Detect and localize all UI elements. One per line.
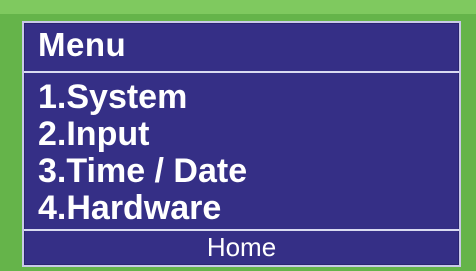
menu-list: 1.System 2.Input 3.Time / Date 4.Hardwar… — [24, 79, 459, 227]
device-bezel: Menu 1.System 2.Input 3.Time / Date 4.Ha… — [0, 0, 476, 271]
menu-header: Menu — [24, 23, 459, 70]
menu-item-hardware[interactable]: 4.Hardware — [24, 190, 459, 227]
menu-item-input[interactable]: 2.Input — [24, 116, 459, 153]
menu-title: Menu — [38, 26, 127, 63]
bezel-highlight — [0, 0, 476, 14]
menu-item-time-date[interactable]: 3.Time / Date — [24, 153, 459, 190]
header-divider — [24, 71, 459, 73]
menu-item-system[interactable]: 1.System — [24, 79, 459, 116]
lcd-screen: Menu 1.System 2.Input 3.Time / Date 4.Ha… — [22, 21, 461, 267]
home-softkey[interactable]: Home — [24, 231, 459, 265]
